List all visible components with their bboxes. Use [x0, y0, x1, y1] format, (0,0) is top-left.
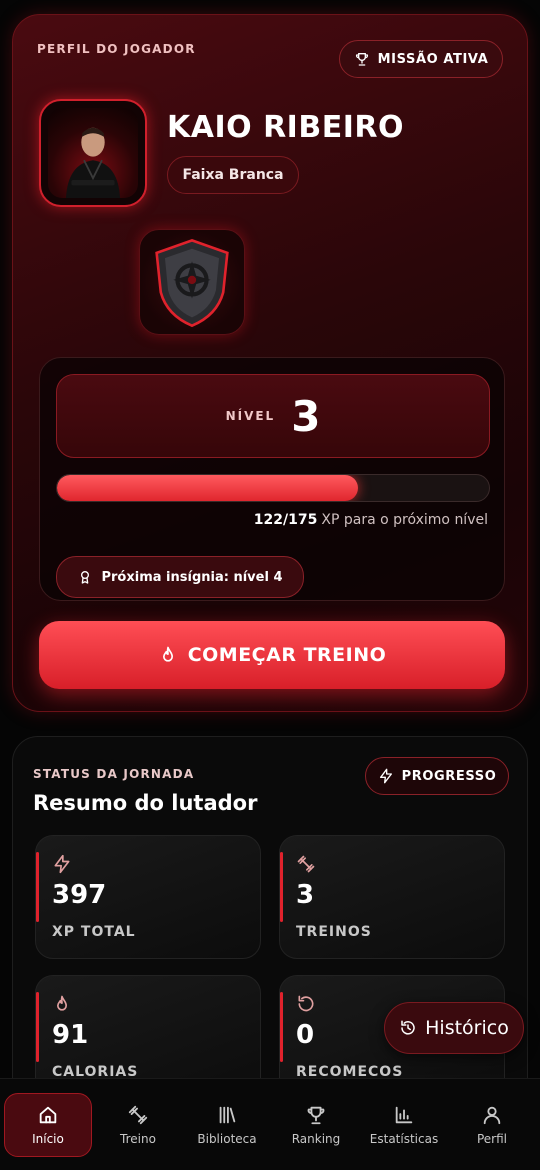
trophy-icon	[307, 1106, 325, 1125]
nav-item-perfil[interactable]: Perfil	[448, 1093, 536, 1157]
progress-button[interactable]: PROGRESSO	[365, 757, 509, 795]
status-title: Resumo do lutador	[33, 791, 258, 815]
mission-active-button[interactable]: MISSÃO ATIVA	[339, 40, 503, 78]
rank-shield-badge	[139, 229, 245, 335]
avatar-photo	[48, 108, 138, 198]
nav-label: Treino	[120, 1132, 156, 1146]
flame-icon	[57, 995, 67, 1011]
home-icon	[39, 1106, 57, 1124]
avatar[interactable]	[39, 99, 147, 207]
nav-label: Estatísticas	[369, 1132, 439, 1146]
stat-value: 3	[296, 880, 315, 910]
xp-text: 122/175 XP para o próximo nível	[254, 512, 488, 528]
level-box: NÍVEL 3	[56, 374, 490, 458]
stat-value: 91	[52, 1020, 89, 1050]
fighter-silhouette	[66, 127, 120, 198]
player-profile-card: PERFIL DO JOGADOR MISSÃO ATIVA KAIO RIBE…	[12, 14, 528, 712]
medal-icon	[81, 571, 90, 584]
xp-current: 122	[253, 512, 284, 528]
xp-progress-fill	[57, 475, 359, 501]
bolt-icon	[379, 768, 392, 784]
player-name: KAIO RIBEIRO	[167, 110, 404, 145]
bottom-nav: Início Treino Biblioteca Ranking Estatís…	[0, 1078, 540, 1170]
trophy-icon	[355, 53, 368, 66]
mission-label: MISSÃO ATIVA	[377, 51, 489, 67]
belt-badge: Faixa Branca	[167, 156, 299, 194]
nav-label: Início	[32, 1132, 64, 1146]
level-value: 3	[291, 391, 321, 441]
history-button[interactable]: Histórico	[384, 1002, 524, 1054]
stat-card-xp[interactable]: 397 XP TOTAL	[35, 835, 261, 959]
nav-label: Ranking	[291, 1132, 341, 1146]
stat-label: TREINOS	[296, 924, 372, 940]
bolt-icon	[54, 854, 70, 874]
status-eyebrow: STATUS DA JORNADA	[33, 767, 195, 781]
xp-max: 175	[288, 512, 318, 528]
dumbbell-icon	[297, 855, 315, 873]
stat-value: 397	[52, 880, 107, 910]
nav-item-ranking[interactable]: Ranking	[272, 1093, 360, 1157]
level-label: NÍVEL	[225, 409, 276, 423]
chart-icon	[395, 1106, 413, 1124]
nav-item-inicio[interactable]: Início	[4, 1093, 92, 1157]
profile-eyebrow: PERFIL DO JOGADOR	[37, 42, 196, 56]
restart-icon	[298, 995, 314, 1012]
start-training-label: COMEÇAR TREINO	[187, 644, 387, 666]
progress-label: PROGRESSO	[401, 768, 497, 784]
stat-label: XP TOTAL	[52, 924, 136, 940]
next-badge-label: Próxima insígnia: nível 4	[101, 569, 283, 585]
xp-suffix: XP para o próximo nível	[321, 512, 488, 528]
xp-progress-bar	[56, 474, 490, 502]
library-icon	[219, 1106, 236, 1124]
nav-item-estatisticas[interactable]: Estatísticas	[360, 1093, 448, 1157]
dumbbell-icon	[128, 1105, 148, 1125]
start-training-button[interactable]: COMEÇAR TREINO	[39, 621, 505, 689]
history-icon	[401, 1020, 415, 1035]
nav-label: Biblioteca	[197, 1132, 257, 1146]
nav-label: Perfil	[476, 1132, 508, 1146]
shield-icon	[155, 239, 229, 328]
history-label: Histórico	[425, 1017, 509, 1039]
next-badge-button[interactable]: Próxima insígnia: nível 4	[56, 556, 304, 598]
stat-value: 0	[296, 1020, 315, 1050]
user-icon	[483, 1106, 501, 1125]
flame-icon	[162, 646, 173, 662]
nav-item-treino[interactable]: Treino	[94, 1093, 182, 1157]
level-card: NÍVEL 3 122/175 XP para o próximo nível …	[39, 357, 505, 601]
nav-item-biblioteca[interactable]: Biblioteca	[183, 1093, 271, 1157]
stat-card-trainings[interactable]: 3 TREINOS	[279, 835, 505, 959]
